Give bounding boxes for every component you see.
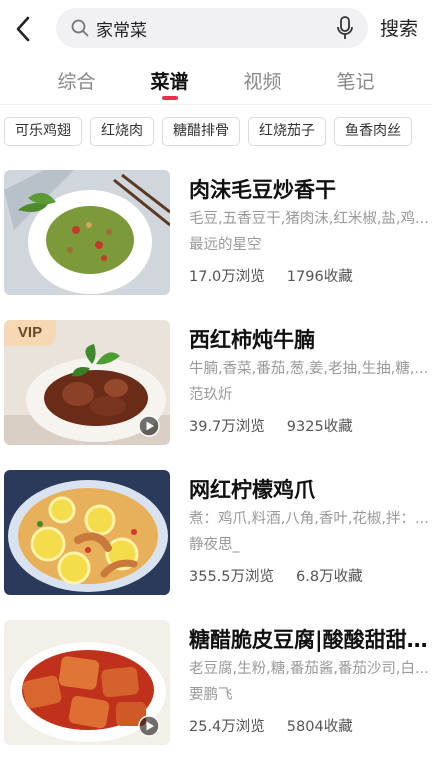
- vip-badge: VIP: [4, 320, 56, 346]
- tabs-divider: [0, 104, 432, 105]
- food-image-lemon-chicken-feet: [4, 470, 170, 595]
- favorite-count: 9325收藏: [286, 419, 353, 435]
- recipe-info: 网红柠檬鸡爪 煮：鸡爪,料酒,八角,香叶,花椒,拌：... 静夜思_ 355.5…: [189, 476, 429, 588]
- search-icon: [71, 19, 89, 37]
- microphone-icon[interactable]: [334, 15, 356, 41]
- tab-recipes[interactable]: 菜谱: [135, 58, 205, 100]
- keyword-chip[interactable]: 糖醋排骨: [162, 117, 240, 146]
- related-keyword-chips: 可乐鸡翅 红烧肉 糖醋排骨 红烧茄子 鱼香肉丝: [4, 117, 432, 147]
- search-button[interactable]: 搜索: [380, 14, 418, 41]
- active-tab-indicator: [161, 96, 178, 100]
- recipe-card[interactable]: 糖醋脆皮豆腐|酸酸甜甜... 老豆腐,生粉,糖,番茄酱,番茄沙司,白... 要鹏…: [0, 620, 432, 770]
- recipe-author[interactable]: 范玖炘: [189, 384, 429, 406]
- recipe-thumbnail[interactable]: [4, 170, 170, 295]
- tab-label: 视频: [243, 71, 282, 93]
- recipe-title[interactable]: 西红柿炖牛腩: [189, 326, 429, 354]
- view-count: 355.5万浏览: [189, 569, 275, 585]
- recipe-ingredients: 煮：鸡爪,料酒,八角,香叶,花椒,拌：...: [189, 511, 429, 527]
- tab-label: 菜谱: [150, 71, 189, 93]
- recipe-thumbnail[interactable]: VIP: [4, 320, 170, 445]
- tab-label: 笔记: [336, 71, 375, 93]
- tab-videos[interactable]: 视频: [228, 58, 298, 94]
- recipe-author[interactable]: 静夜思_: [189, 534, 429, 556]
- recipe-ingredients: 毛豆,五香豆干,猪肉沫,红米椒,盐,鸡...: [189, 211, 429, 227]
- favorite-count: 1796收藏: [286, 269, 353, 285]
- keyword-chip[interactable]: 鱼香肉丝: [334, 117, 412, 146]
- recipe-stats: 25.4万浏览 5804收藏: [189, 716, 429, 738]
- recipe-author[interactable]: 要鹏飞: [189, 684, 429, 706]
- tab-notes[interactable]: 笔记: [321, 58, 391, 94]
- keyword-chip[interactable]: 红烧茄子: [248, 117, 326, 146]
- recipe-card[interactable]: VIP 西红柿炖牛腩 牛腩,香菜,番茄,葱,姜,老抽,生抽,糖,... 范玖炘 …: [0, 320, 432, 470]
- view-count: 17.0万浏览: [189, 269, 265, 285]
- recipe-card[interactable]: 肉沫毛豆炒香干 毛豆,五香豆干,猪肉沫,红米椒,盐,鸡... 最远的星空 17.…: [0, 170, 432, 320]
- tab-comprehensive[interactable]: 综合: [42, 58, 112, 94]
- recipe-author[interactable]: 最远的星空: [189, 234, 429, 256]
- recipe-ingredients: 牛腩,香菜,番茄,葱,姜,老抽,生抽,糖,...: [189, 361, 429, 377]
- video-play-icon[interactable]: [138, 415, 160, 437]
- recipe-stats: 39.7万浏览 9325收藏: [189, 416, 429, 438]
- back-button[interactable]: [0, 0, 48, 58]
- food-image-peas-tofu: [4, 170, 170, 295]
- search-box[interactable]: [56, 8, 368, 48]
- search-input[interactable]: [96, 18, 334, 38]
- recipe-title[interactable]: 网红柠檬鸡爪: [189, 476, 429, 504]
- recipe-thumbnail[interactable]: [4, 620, 170, 745]
- recipe-title[interactable]: 肉沫毛豆炒香干: [189, 176, 429, 204]
- recipe-title[interactable]: 糖醋脆皮豆腐|酸酸甜甜...: [189, 626, 429, 654]
- chevron-left-icon: [16, 16, 30, 42]
- recipe-info: 西红柿炖牛腩 牛腩,香菜,番茄,葱,姜,老抽,生抽,糖,... 范玖炘 39.7…: [189, 326, 429, 438]
- recipe-stats: 355.5万浏览 6.8万收藏: [189, 566, 429, 588]
- view-count: 25.4万浏览: [189, 719, 265, 735]
- tab-label: 综合: [57, 71, 96, 93]
- recipe-thumbnail[interactable]: [4, 470, 170, 595]
- recipe-stats: 17.0万浏览 1796收藏: [189, 266, 429, 288]
- recipe-card[interactable]: 网红柠檬鸡爪 煮：鸡爪,料酒,八角,香叶,花椒,拌：... 静夜思_ 355.5…: [0, 470, 432, 620]
- top-bar: 搜索: [0, 0, 432, 58]
- result-tabs: 综合 菜谱 视频 笔记: [0, 58, 432, 104]
- keyword-chip[interactable]: 红烧肉: [90, 117, 154, 146]
- video-play-icon[interactable]: [138, 715, 160, 737]
- recipe-list: 肉沫毛豆炒香干 毛豆,五香豆干,猪肉沫,红米椒,盐,鸡... 最远的星空 17.…: [0, 170, 432, 770]
- favorite-count: 5804收藏: [286, 719, 353, 735]
- view-count: 39.7万浏览: [189, 419, 265, 435]
- keyword-chip[interactable]: 可乐鸡翅: [4, 117, 82, 146]
- recipe-info: 糖醋脆皮豆腐|酸酸甜甜... 老豆腐,生粉,糖,番茄酱,番茄沙司,白... 要鹏…: [189, 626, 429, 738]
- favorite-count: 6.8万收藏: [296, 569, 363, 585]
- recipe-ingredients: 老豆腐,生粉,糖,番茄酱,番茄沙司,白...: [189, 661, 429, 677]
- recipe-info: 肉沫毛豆炒香干 毛豆,五香豆干,猪肉沫,红米椒,盐,鸡... 最远的星空 17.…: [189, 176, 429, 288]
